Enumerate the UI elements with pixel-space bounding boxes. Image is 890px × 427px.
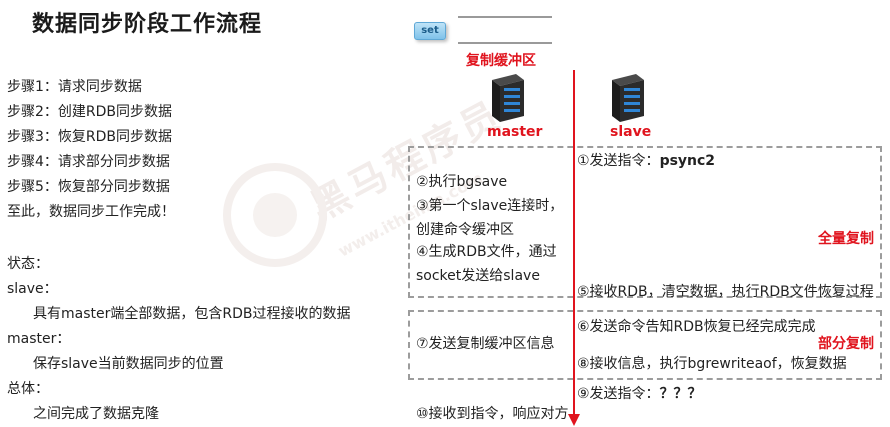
- replication-buffer-label: 复制缓冲区: [466, 53, 536, 69]
- status-overall-desc: 之间完成了数据克隆: [33, 406, 159, 422]
- step-2-bgsave: ②执行bgsave: [416, 174, 508, 190]
- partial-sync-label: 部分复制: [818, 336, 874, 352]
- timeline-arrow: [568, 70, 580, 426]
- step-item-2: 步骤2：创建RDB同步数据: [7, 104, 173, 120]
- step-8-receive-info: ⑧接收信息，执行bgrewriteaof，恢复数据: [577, 356, 847, 372]
- status-slave-label: slave：: [7, 281, 58, 297]
- step-1-send-command: ①发送指令：psync2: [577, 153, 716, 169]
- status-master-desc: 保存slave当前数据同步的位置: [33, 356, 224, 372]
- buffer-line-top: [458, 16, 552, 18]
- step-4-line-1: ④生成RDB文件，通过: [416, 244, 557, 260]
- step-4-line-2: socket发送给slave: [416, 268, 540, 284]
- status-overall-label: 总体：: [7, 381, 49, 397]
- set-command-button[interactable]: set: [414, 22, 446, 40]
- step-complete: 至此，数据同步工作完成！: [7, 204, 175, 220]
- slave-label: slave: [610, 124, 652, 140]
- step-5-receive-rdb: ⑤接收RDB，清空数据，执行RDB文件恢复过程: [577, 284, 874, 300]
- step-3-line-1: ③第一个slave连接时，: [416, 198, 564, 214]
- step-10-respond: ⑩接收到指令，响应对方: [416, 406, 569, 422]
- full-sync-label: 全量复制: [818, 231, 874, 247]
- unknown-command: ？？？: [659, 386, 702, 402]
- status-heading: 状态：: [7, 256, 49, 272]
- psync2-command: psync2: [659, 153, 716, 169]
- page-title: 数据同步阶段工作流程: [32, 12, 263, 37]
- master-server-icon: [492, 74, 524, 122]
- step-item-3: 步骤3：恢复RDB同步数据: [7, 129, 173, 145]
- watermark-logo-icon: [223, 163, 327, 267]
- slave-server-icon: [612, 74, 644, 122]
- step-item-5: 步骤5：恢复部分同步数据: [7, 179, 170, 195]
- step-7-send-buffer: ⑦发送复制缓冲区信息: [416, 336, 555, 352]
- step-6-notify-restore: ⑥发送命令告知RDB恢复已经完成完成: [577, 319, 816, 335]
- step-item-1: 步骤1：请求同步数据: [7, 79, 142, 95]
- status-slave-desc: 具有master端全部数据，包含RDB过程接收的数据: [33, 306, 351, 322]
- step-3-line-2: 创建命令缓冲区: [416, 222, 514, 238]
- buffer-line-bottom: [458, 42, 552, 44]
- step-item-4: 步骤4：请求部分同步数据: [7, 154, 170, 170]
- master-label: master: [487, 124, 543, 140]
- status-master-label: master：: [7, 331, 71, 347]
- step-9-send-command: ⑨发送指令：？？？: [577, 386, 702, 402]
